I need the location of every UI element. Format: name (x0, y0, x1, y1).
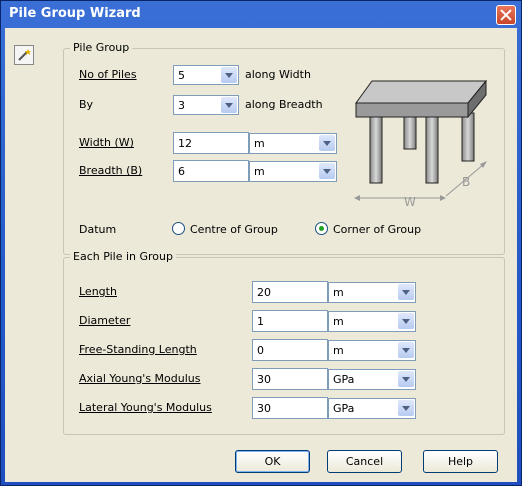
pile-group-box: Pile Group No of Piles 5 along Width By … (63, 41, 505, 255)
chevron-down-icon[interactable] (398, 371, 414, 387)
axial-modulus-field[interactable]: 30 (252, 368, 328, 390)
chevron-down-icon[interactable] (398, 400, 414, 416)
no-of-piles-label: No of Piles (79, 68, 137, 81)
free-standing-length-unit-select[interactable]: m (328, 340, 416, 361)
along-width-label: along Width (245, 68, 311, 81)
dialog-window: Pile Group Wizard Pile Group No of Piles… (0, 0, 522, 486)
title-bar[interactable]: Pile Group Wizard (1, 1, 521, 28)
free-standing-length-label: Free-Standing Length (79, 343, 197, 356)
lateral-modulus-label: Lateral Young's Modulus (79, 401, 212, 414)
datum-centre-label[interactable]: Centre of Group (190, 223, 278, 236)
length-field[interactable]: 20 (252, 281, 328, 303)
help-button[interactable]: Help (423, 450, 498, 473)
each-pile-legend: Each Pile in Group (70, 250, 176, 263)
axial-modulus-unit-select[interactable]: GPa (328, 369, 416, 390)
breadth-unit-select[interactable]: m (249, 161, 337, 182)
datum-label: Datum (79, 223, 117, 236)
datum-corner-radio[interactable] (315, 222, 328, 235)
pile-group-legend: Pile Group (70, 41, 133, 54)
chevron-down-icon[interactable] (398, 342, 414, 358)
by-select[interactable]: 3 (173, 95, 239, 115)
no-of-piles-select[interactable]: 5 (173, 65, 239, 85)
diameter-field[interactable]: 1 (252, 310, 328, 332)
width-unit-select[interactable]: m (249, 133, 337, 154)
chevron-down-icon[interactable] (221, 67, 237, 83)
along-breadth-label: along Breadth (245, 98, 323, 111)
lateral-modulus-field[interactable]: 30 (252, 397, 328, 419)
diameter-label: Diameter (79, 314, 131, 327)
chevron-down-icon[interactable] (221, 97, 237, 113)
datum-corner-label[interactable]: Corner of Group (333, 223, 421, 236)
lateral-modulus-unit-select[interactable]: GPa (328, 398, 416, 419)
chevron-down-icon[interactable] (319, 135, 335, 151)
free-standing-length-field[interactable]: 0 (252, 339, 328, 361)
dialog-title: Pile Group Wizard (9, 6, 141, 21)
wand-icon (14, 45, 34, 65)
width-field[interactable]: 12 (173, 132, 249, 154)
close-icon[interactable] (496, 5, 516, 25)
diameter-unit-select[interactable]: m (328, 311, 416, 332)
cancel-button[interactable]: Cancel (327, 450, 402, 473)
width-label: Width (W) (79, 136, 134, 149)
breadth-label: Breadth (B) (79, 164, 143, 177)
dialog-client: Pile Group No of Piles 5 along Width By … (5, 28, 517, 482)
breadth-field[interactable]: 6 (173, 160, 249, 182)
chevron-down-icon[interactable] (398, 313, 414, 329)
length-unit-select[interactable]: m (328, 282, 416, 303)
diagram-b-label: B (462, 175, 471, 189)
ok-button[interactable]: OK (235, 450, 310, 473)
axial-modulus-label: Axial Young's Modulus (79, 372, 201, 385)
chevron-down-icon[interactable] (319, 163, 335, 179)
diagram-w-label: W (404, 195, 416, 209)
length-label: Length (79, 285, 117, 298)
pile-group-diagram (354, 79, 488, 201)
by-label: By (79, 98, 94, 111)
datum-centre-radio[interactable] (172, 222, 185, 235)
chevron-down-icon[interactable] (398, 284, 414, 300)
each-pile-box: Each Pile in Group Length 20 m Diameter … (63, 250, 505, 435)
